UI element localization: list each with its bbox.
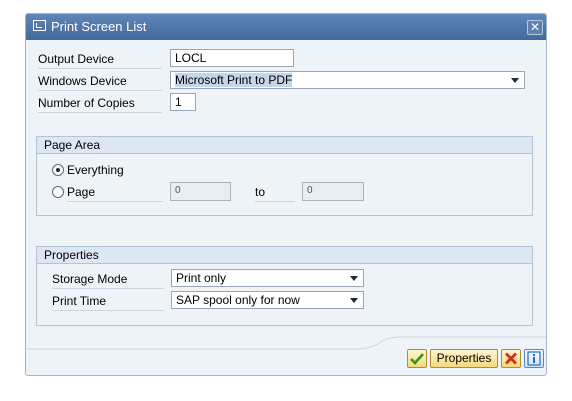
footer-divider [26,336,546,350]
help-button[interactable] [524,349,544,368]
info-icon [527,351,541,366]
storage-mode-dropdown[interactable]: Print only [171,269,364,287]
print-time-dropdown[interactable]: SAP spool only for now [171,291,364,309]
page-radio[interactable] [52,186,64,198]
cancel-icon [505,352,517,365]
everything-label: Everything [67,163,124,177]
windows-device-dropdown[interactable]: Microsoft Print to PDF [170,71,525,89]
windows-device-label: Windows Device [38,74,162,91]
page-from-field[interactable]: 0 [170,182,231,201]
page-label: Page [67,185,163,202]
number-of-copies-field[interactable]: 1 [170,93,196,111]
properties-group: Properties Storage Mode Print only Print… [36,246,533,326]
window-icon [33,20,46,31]
dialog-title: Print Screen List [51,19,147,34]
page-area-header: Page Area [37,137,532,154]
storage-mode-value: Print only [176,271,227,285]
print-time-value: SAP spool only for now [176,293,300,307]
storage-mode-label: Storage Mode [52,272,164,289]
windows-device-value: Microsoft Print to PDF [175,73,293,87]
output-device-label: Output Device [38,52,162,69]
title-bar[interactable]: Print Screen List ✕ [26,14,546,40]
close-icon: ✕ [529,20,541,34]
cancel-button[interactable] [501,349,521,368]
page-to-field[interactable]: 0 [302,182,364,201]
page-area-group: Page Area Everything Page 0 to 0 [36,136,533,216]
close-button[interactable]: ✕ [527,20,543,35]
everything-radio[interactable] [52,164,64,176]
chevron-down-icon[interactable] [511,78,519,83]
chevron-down-icon[interactable] [350,276,358,281]
print-screen-list-dialog: Print Screen List ✕ Output Device LOCL W… [25,13,547,376]
number-of-copies-label: Number of Copies [38,96,162,113]
to-label: to [255,185,295,202]
properties-header: Properties [37,247,532,264]
check-icon [410,353,424,365]
output-device-field[interactable]: LOCL [170,49,294,67]
ok-button[interactable] [407,349,427,368]
chevron-down-icon[interactable] [350,298,358,303]
properties-button[interactable]: Properties [430,349,498,368]
print-time-label: Print Time [52,294,164,311]
